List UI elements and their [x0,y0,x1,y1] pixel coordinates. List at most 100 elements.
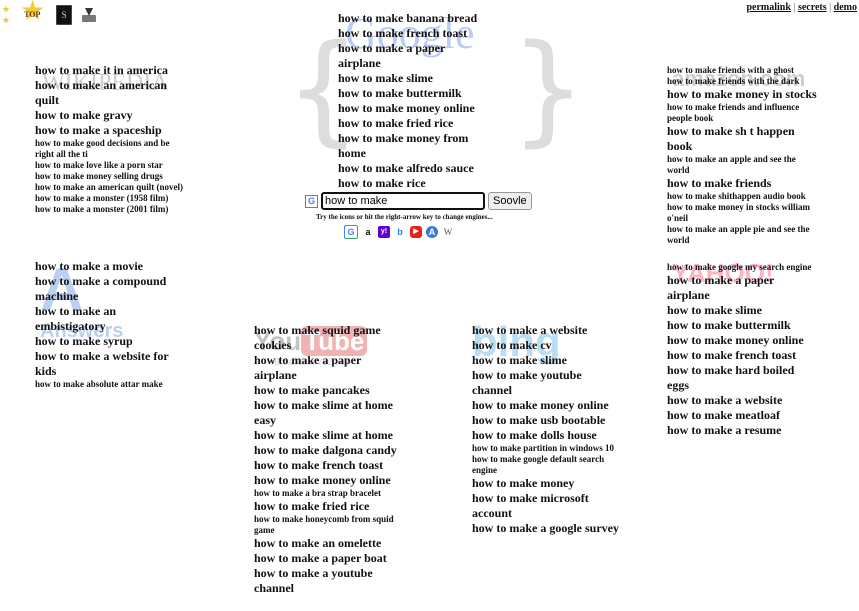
amazon-suggestion[interactable]: how to make money in stocks [667,87,819,102]
yahoo-suggestion[interactable]: how to make slime [667,303,819,318]
top-star-icon[interactable]: ★ TOP [20,0,46,26]
youtube-suggestions: how to make squid game cookies how to mak… [254,323,404,596]
youtube-suggestion[interactable]: how to make slime at home easy [254,398,404,428]
google-suggestion[interactable]: how to make a paper airplane [338,41,488,71]
youtube-suggestion[interactable]: how to make honeycomb from squid game [254,514,404,536]
bing-suggestion[interactable]: how to make microsoft account [472,491,622,521]
secrets-link[interactable]: secrets [798,2,827,13]
yahoo-suggestion[interactable]: how to make buttermilk [667,318,819,333]
amazon-suggestion[interactable]: how to make an apple and see the world [667,154,819,176]
wikipedia-suggestion[interactable]: how to make good decisions and be right … [35,138,185,160]
bing-suggestion[interactable]: how to make slime [472,353,622,368]
answers-suggestion[interactable]: how to make an embistigatory [35,304,185,334]
bing-suggestion[interactable]: how to make partition in windows 10 [472,443,622,454]
google-suggestions: how to make banana bread how to make fren… [338,11,488,191]
download-tray-icon[interactable] [82,8,97,22]
answers-suggestion[interactable]: how to make absolute attar make [35,379,185,390]
yahoo-engine-icon[interactable]: y! [378,226,390,238]
wikipedia-suggestion[interactable]: how to make an american quilt (novel) [35,182,185,193]
yahoo-suggestions: how to make google my search engine how t… [667,262,819,438]
answers-suggestion[interactable]: how to make a website for kids [35,349,185,379]
google-engine-icon[interactable]: G [344,225,358,239]
header-icons: ★ ★ ★ TOP S [2,0,97,26]
amazon-suggestion[interactable]: how to make an apple pie and see the wor… [667,224,819,246]
yahoo-suggestion[interactable]: how to make meatloaf [667,408,819,423]
amazon-suggestions: how to make friends with a ghost how to m… [667,65,819,246]
wikipedia-suggestion[interactable]: how to make money selling drugs [35,171,185,182]
amazon-suggestion[interactable]: how to make shithappen audio book [667,191,819,202]
google-suggestion[interactable]: how to make money from home [338,131,488,161]
wikipedia-suggestion[interactable]: how to make love like a porn star [35,160,185,171]
wikipedia-suggestion[interactable]: how to make a monster (2001 film) [35,204,185,215]
youtube-suggestion[interactable]: how to make a paper airplane [254,353,404,383]
google-suggestion[interactable]: how to make buttermilk [338,86,488,101]
youtube-suggestion[interactable]: how to make an omelette [254,536,404,551]
amazon-suggestion[interactable]: how to make sh t happen book [667,124,819,154]
wikipedia-suggestion[interactable]: how to make an american quilt [35,78,185,108]
youtube-suggestion[interactable]: how to make money online [254,473,404,488]
wikipedia-suggestion[interactable]: how to make it in america [35,63,185,78]
answers-suggestion[interactable]: how to make a movie [35,259,185,274]
google-suggestion[interactable]: how to make french toast [338,26,488,41]
yahoo-suggestion[interactable]: how to make a website [667,393,819,408]
answers-engine-icon[interactable]: A [426,226,438,238]
youtube-suggestion[interactable]: how to make a paper boat [254,551,404,566]
bing-suggestion[interactable]: how to make youtube channel [472,368,622,398]
youtube-suggestion[interactable]: how to make french toast [254,458,404,473]
amazon-suggestion[interactable]: how to make friends with a ghost [667,65,819,76]
wikipedia-suggestion[interactable]: how to make a monster (1958 film) [35,193,185,204]
youtube-suggestion[interactable]: how to make dalgona candy [254,443,404,458]
yahoo-suggestion[interactable]: how to make french toast [667,348,819,363]
yahoo-suggestion[interactable]: how to make a paper airplane [667,273,819,303]
amazon-engine-icon[interactable]: a [362,226,374,238]
google-suggestion[interactable]: how to make fried rice [338,116,488,131]
bing-suggestion[interactable]: how to make google default search engine [472,454,622,476]
amazon-suggestion[interactable]: how to make friends with the dark [667,76,819,87]
yahoo-suggestion[interactable]: how to make a resume [667,423,819,438]
amazon-suggestion[interactable]: how to make friends and influence people… [667,102,819,124]
answers-suggestion[interactable]: how to make a compound machine [35,274,185,304]
engine-hint: Try the icons or hit the right-arrow key… [316,213,493,221]
wikipedia-suggestion[interactable]: how to make gravy [35,108,185,123]
demo-link[interactable]: demo [834,2,857,13]
amazon-suggestion[interactable]: how to make money in stocks william o'ne… [667,202,819,224]
right-brace-icon: } [510,20,587,159]
stars-icon[interactable]: ★ ★ [2,5,10,25]
soovle-button[interactable]: Soovle [488,192,532,210]
top-links: permalink | secrets | demo [746,2,857,13]
google-suggestion[interactable]: how to make alfredo sauce [338,161,488,176]
google-suggestion[interactable]: how to make money online [338,101,488,116]
yahoo-suggestion[interactable]: how to make google my search engine [667,262,819,273]
bing-suggestion[interactable]: how to make dolls house [472,428,622,443]
bing-suggestion[interactable]: how to make a google survey [472,521,622,536]
youtube-engine-icon[interactable]: ▶ [410,226,422,238]
bing-engine-icon[interactable]: b [394,226,406,238]
google-suggestion[interactable]: how to make banana bread [338,11,488,26]
wikipedia-suggestions: how to make it in america how to make an … [35,63,185,215]
search-input[interactable] [321,192,485,210]
youtube-suggestion[interactable]: how to make slime at home [254,428,404,443]
google-suggestion[interactable]: how to make slime [338,71,488,86]
current-engine-google-icon[interactable]: G [305,194,318,208]
bing-suggestion[interactable]: how to make cv [472,338,622,353]
search-bar: G Soovle [305,192,532,210]
book-icon[interactable]: S [56,5,73,25]
amazon-suggestion[interactable]: how to make friends [667,176,819,191]
bing-suggestion[interactable]: how to make money online [472,398,622,413]
youtube-suggestion[interactable]: how to make squid game cookies [254,323,404,353]
google-suggestion[interactable]: how to make rice [338,176,488,191]
yahoo-suggestion[interactable]: how to make hard boiled eggs [667,363,819,393]
bing-suggestion[interactable]: how to make usb bootable [472,413,622,428]
permalink-link[interactable]: permalink [746,2,790,13]
yahoo-suggestion[interactable]: how to make money online [667,333,819,348]
answers-suggestions: how to make a movie how to make a compoun… [35,259,185,390]
youtube-suggestion[interactable]: how to make pancakes [254,383,404,398]
bing-suggestion[interactable]: how to make a website [472,323,622,338]
youtube-suggestion[interactable]: how to make a youtube channel [254,566,404,596]
wikipedia-suggestion[interactable]: how to make a spaceship [35,123,185,138]
bing-suggestion[interactable]: how to make money [472,476,622,491]
wikipedia-engine-icon[interactable]: W [442,226,454,238]
youtube-suggestion[interactable]: how to make fried rice [254,499,404,514]
answers-suggestion[interactable]: how to make syrup [35,334,185,349]
youtube-suggestion[interactable]: how to make a bra strap bracelet [254,488,404,499]
